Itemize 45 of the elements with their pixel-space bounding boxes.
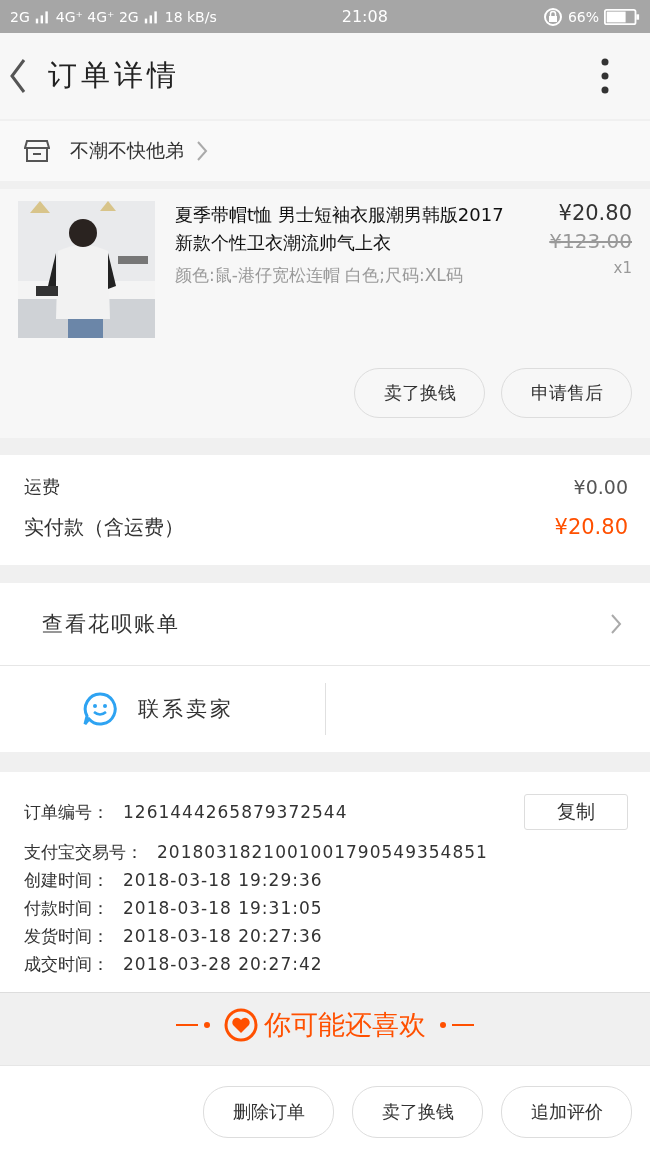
action-button[interactable]: 卖了换钱 [352, 1086, 483, 1138]
signal-label: 2G [10, 8, 30, 25]
fee-value: ¥20.80 [554, 515, 628, 539]
info-label: 支付宝交易号： [24, 840, 143, 864]
info-label: 成交时间： [24, 952, 109, 976]
network-speed: 18 kB/s [164, 8, 217, 25]
action-button[interactable]: 申请售后 [501, 368, 632, 418]
product-price: ¥20.80 [558, 201, 632, 225]
action-button[interactable]: 卖了换钱 [354, 368, 485, 418]
info-value: 2018-03-28 20:27:42 [123, 954, 323, 974]
info-label: 订单编号： [24, 800, 109, 824]
page-title: 订单详情 [48, 57, 180, 94]
fee-label: 实付款（含运费） [24, 513, 184, 541]
info-label: 付款时间： [24, 896, 109, 920]
original-price: ¥123.00 [549, 229, 632, 253]
battery-icon [604, 7, 640, 26]
signal-label: 4G⁺ 4G⁺ 2G [55, 8, 139, 25]
chevron-icon [610, 613, 622, 635]
chevron-icon [196, 140, 208, 162]
shop-row[interactable]: 不潮不快他弟 [0, 121, 650, 181]
signal-icon [34, 9, 51, 24]
signal-icon [143, 9, 160, 24]
recommend-title: 你可能还喜欢 [264, 1008, 426, 1042]
info-label: 发货时间： [24, 924, 109, 948]
info-value: 1261444265879372544 [123, 802, 348, 822]
clock: 21:08 [341, 7, 388, 26]
battery-percent: 66% [567, 8, 599, 25]
fee-value: ¥0.00 [573, 476, 628, 498]
action-button[interactable]: 追加评价 [501, 1086, 632, 1138]
action-button[interactable]: 删除订单 [203, 1086, 334, 1138]
product-title[interactable]: 夏季带帽t恤 男士短袖衣服潮男韩版2017新款个性卫衣潮流帅气上衣 [175, 201, 520, 257]
chat-bubble-icon [82, 691, 118, 727]
more-icon[interactable] [600, 58, 610, 94]
huabei-row[interactable]: 查看花呗账单 [0, 583, 650, 666]
info-label: 创建时间： [24, 868, 109, 892]
copy-button[interactable]: 复制 [524, 794, 628, 830]
fee-label: 运费 [24, 475, 60, 499]
info-value: 2018-03-18 19:29:36 [123, 870, 323, 890]
info-value: 2018-03-18 20:27:36 [123, 926, 323, 946]
product-spec: 颜色:鼠-港仔宽松连帽 白色;尺码:XL码 [175, 264, 464, 287]
rotation-lock-icon [542, 6, 563, 27]
quantity: x1 [613, 259, 632, 277]
info-value: 2018-03-18 19:31:05 [123, 898, 323, 918]
shop-icon [24, 139, 50, 163]
info-value: 2018031821001001790549354851 [157, 842, 488, 862]
